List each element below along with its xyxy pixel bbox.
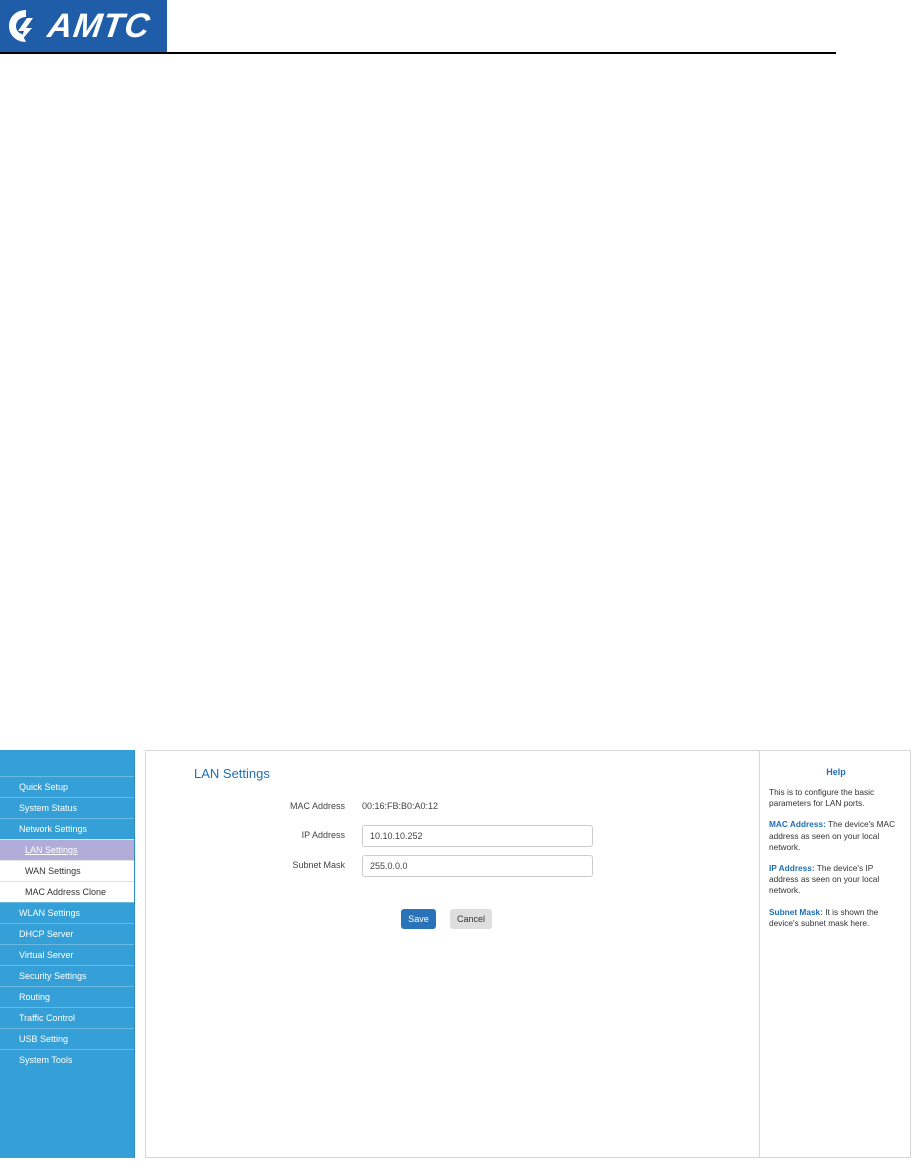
- mac-address-row: MAC Address 00:16:FB:B0:A0:12: [146, 796, 760, 818]
- help-term: MAC Address:: [769, 819, 826, 830]
- main-panel: LAN Settings MAC Address 00:16:FB:B0:A0:…: [145, 750, 759, 1158]
- ip-address-input[interactable]: [362, 825, 593, 847]
- logo: AMTC: [0, 0, 167, 52]
- amtc-logo-icon: [9, 10, 33, 42]
- subnet-mask-label: Subnet Mask: [292, 860, 345, 870]
- help-term: Subnet Mask:: [769, 906, 823, 917]
- sidebar-item-system-status[interactable]: System Status: [0, 797, 134, 818]
- save-button[interactable]: Save: [401, 909, 436, 929]
- ip-address-label: IP Address: [301, 830, 345, 840]
- subnet-mask-input[interactable]: [362, 855, 593, 877]
- help-title: Help: [826, 767, 846, 777]
- sidebar-item-wlan-settings[interactable]: WLAN Settings: [0, 902, 134, 923]
- sidebar-item-quick-setup[interactable]: Quick Setup: [0, 776, 134, 797]
- subnet-mask-row: Subnet Mask: [146, 855, 760, 877]
- mac-address-value: 00:16:FB:B0:A0:12: [362, 801, 439, 811]
- logo-text: AMTC: [45, 6, 153, 45]
- sidebar-header: [0, 750, 134, 776]
- sidebar-item-traffic-control[interactable]: Traffic Control: [0, 1007, 134, 1028]
- header-divider: [0, 52, 836, 54]
- sidebar-subitem-lan-settings[interactable]: LAN Settings: [0, 839, 134, 860]
- help-entry-subnet-mask: Subnet Mask: It is shown the device's su…: [769, 907, 903, 929]
- sidebar-item-virtual-server[interactable]: Virtual Server: [0, 944, 134, 965]
- help-term: IP Address:: [769, 863, 815, 874]
- sidebar: Quick Setup System Status Network Settin…: [0, 750, 135, 1158]
- sidebar-item-security-settings[interactable]: Security Settings: [0, 965, 134, 986]
- help-panel: Help This is to configure the basic para…: [759, 750, 911, 1158]
- sidebar-item-usb-setting[interactable]: USB Setting: [0, 1028, 134, 1049]
- sidebar-item-system-tools[interactable]: System Tools: [0, 1049, 134, 1070]
- sidebar-item-routing[interactable]: Routing: [0, 986, 134, 1007]
- router-ui-screenshot: Quick Setup System Status Network Settin…: [0, 750, 911, 1161]
- ip-address-row: IP Address: [146, 825, 760, 847]
- sidebar-item-dhcp-server[interactable]: DHCP Server: [0, 923, 134, 944]
- help-entry-mac-address: MAC Address: The device's MAC address as…: [769, 819, 903, 853]
- document-header: AMTC: [0, 0, 911, 56]
- sidebar-subitem-mac-address-clone[interactable]: MAC Address Clone: [0, 881, 134, 902]
- help-intro: This is to configure the basic parameter…: [769, 787, 875, 809]
- page-title: LAN Settings: [194, 766, 270, 781]
- mac-address-label: MAC Address: [289, 801, 345, 811]
- sidebar-subitem-wan-settings[interactable]: WAN Settings: [0, 860, 134, 881]
- sidebar-item-network-settings[interactable]: Network Settings: [0, 818, 134, 839]
- cancel-button[interactable]: Cancel: [450, 909, 492, 929]
- help-entry-ip-address: IP Address: The device's IP address as s…: [769, 863, 903, 897]
